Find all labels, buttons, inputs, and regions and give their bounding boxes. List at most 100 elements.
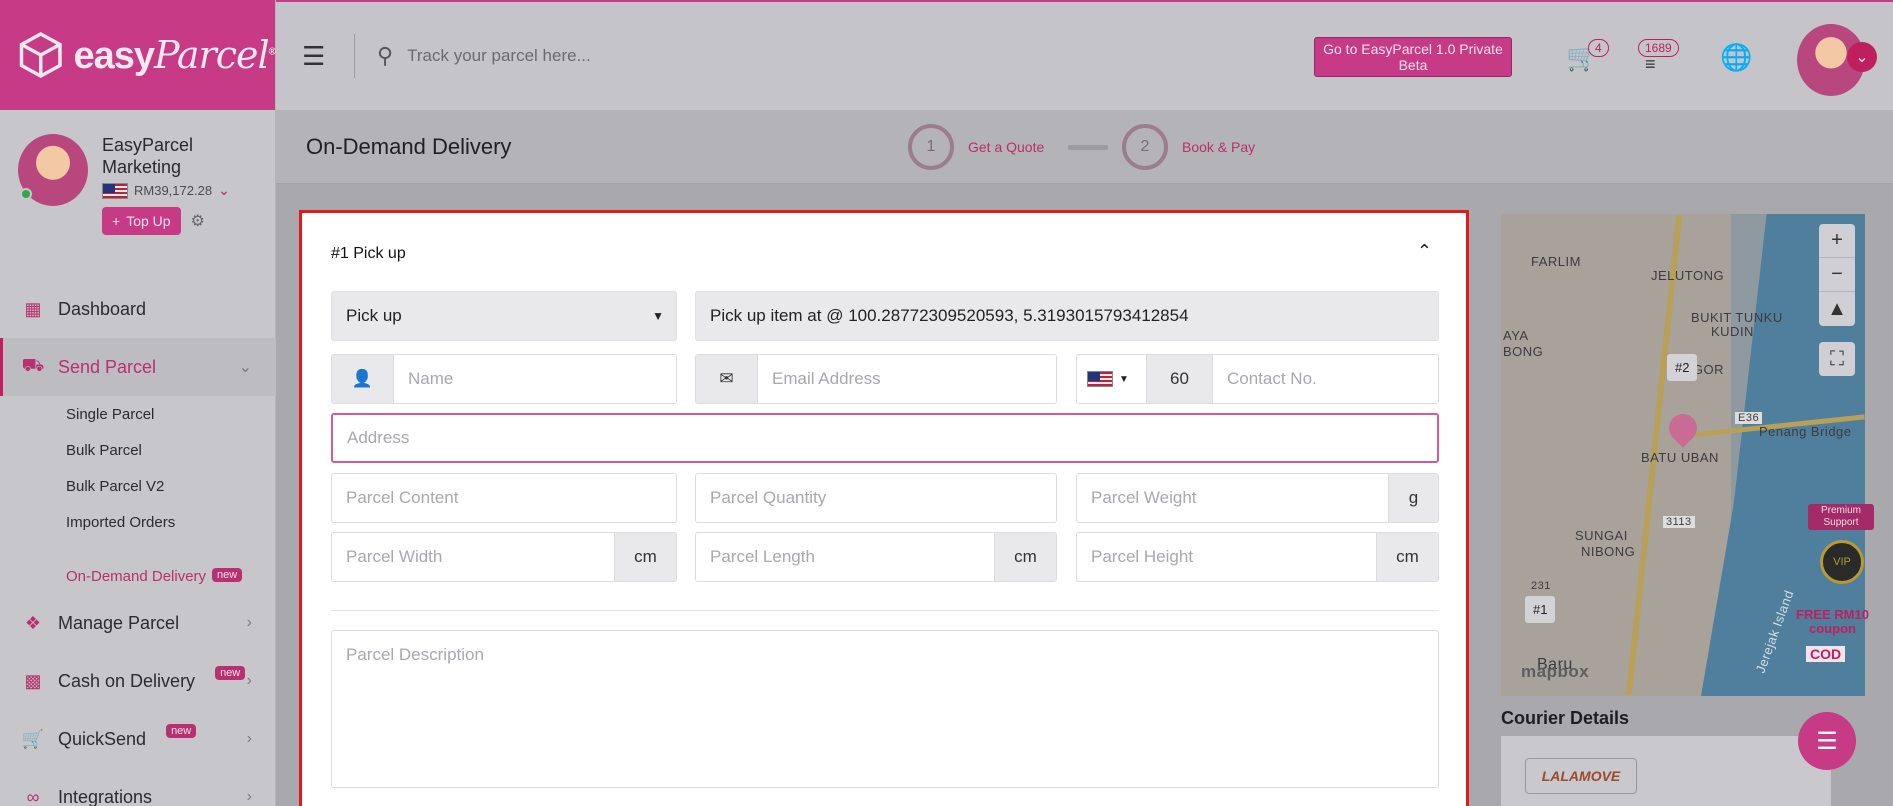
name-field[interactable]: 👤 Name xyxy=(331,354,677,404)
fullscreen-control: ⛶ xyxy=(1819,342,1855,376)
dashboard-icon: ▦ xyxy=(24,298,42,319)
chevron-up-icon[interactable]: ⌃ xyxy=(1417,241,1432,262)
email-field[interactable]: ✉ Email Address xyxy=(695,354,1057,404)
malaysia-flag-icon xyxy=(1087,371,1113,387)
sidebar-item-manage-parcel[interactable]: ❖ Manage Parcel › xyxy=(0,594,276,652)
envelope-icon: ✉ xyxy=(696,355,758,403)
boxes-icon: ❖ xyxy=(24,612,42,633)
dropoff-marker-tag[interactable]: #2 xyxy=(1667,354,1698,381)
caret-down-icon: ▼ xyxy=(1119,373,1129,385)
section-title: #1 Pick up xyxy=(331,245,406,262)
zoom-in-icon[interactable]: + xyxy=(1819,224,1855,258)
step-get-quote: 1 Get a Quote xyxy=(908,124,1044,170)
sidebar: easyParcel® EasyParcel Marketing RM39,17… xyxy=(0,0,276,806)
wallet-balance[interactable]: RM39,172.28 ⌄ xyxy=(102,182,230,199)
length-unit: cm xyxy=(994,533,1056,581)
online-status-icon xyxy=(20,188,32,200)
parcel-height-input[interactable]: Parcel Height cm xyxy=(1076,532,1439,582)
top-header: ☰ ⚲ Go to EasyParcel 1.0 Private Beta 🛒 … xyxy=(276,0,1893,110)
map-label: FARLIM xyxy=(1531,254,1581,269)
step-connector xyxy=(1068,145,1108,150)
new-badge: new xyxy=(166,724,197,738)
map-label: 231 xyxy=(1531,580,1551,592)
sidebar-subitem-single-parcel[interactable]: Single Parcel xyxy=(0,396,276,432)
type-select[interactable]: Pick up ▼ xyxy=(331,291,677,341)
cash-icon: ▩ xyxy=(24,670,42,691)
free-coupon-badge[interactable]: FREE RM10 coupon xyxy=(1796,608,1869,636)
link-icon: ∞ xyxy=(26,786,40,806)
gear-icon[interactable]: ⚙ xyxy=(191,211,205,231)
coin-stack-icon[interactable]: ≡ xyxy=(1645,54,1656,75)
compass-icon[interactable]: ▲ xyxy=(1819,292,1855,326)
chat-icon[interactable]: ☰ xyxy=(1798,712,1856,770)
step-label: Get a Quote xyxy=(968,139,1045,155)
pickup-marker-tag[interactable]: #1 xyxy=(1525,596,1556,623)
page-title: On-Demand Delivery xyxy=(306,134,512,159)
sidebar-item-dashboard[interactable]: ▦ Dashboard xyxy=(0,280,276,338)
map-label: BONG xyxy=(1503,344,1544,359)
sidebar-subitem-imported-orders[interactable]: Imported Orders xyxy=(0,504,276,540)
sidebar-item-integrations[interactable]: ∞ Integrations › xyxy=(0,768,276,806)
width-unit: cm xyxy=(614,533,676,581)
parcel-weight-input[interactable]: Parcel Weight g xyxy=(1076,473,1439,523)
contact-field[interactable]: ▼ 60 Contact No. xyxy=(1076,354,1439,404)
cod-badge[interactable]: COD xyxy=(1806,646,1846,662)
chevron-right-icon: › xyxy=(246,788,252,805)
mapbox-logo: mapbox xyxy=(1521,662,1590,681)
parcel-description-textarea[interactable]: Parcel Description xyxy=(331,630,1439,788)
map-label: Penang Bridge xyxy=(1759,424,1852,439)
map-label: JELUTONG xyxy=(1651,268,1725,283)
map-label: 3113 xyxy=(1663,516,1695,528)
page-header: On-Demand Delivery 1 Get a Quote 2 Book … xyxy=(276,110,1893,184)
sidebar-item-cash-on-delivery[interactable]: ▩ Cash on Delivery new › xyxy=(0,652,276,710)
cart-icon: 🛒 xyxy=(21,728,45,749)
country-code-select[interactable]: ▼ xyxy=(1077,355,1147,403)
pickup-location-field: Pick up item at @ 100.28772309520593, 5.… xyxy=(695,291,1439,341)
sidebar-item-send-parcel[interactable]: ⛟ Send Parcel ⌄ xyxy=(0,338,276,396)
person-icon: 👤 xyxy=(332,355,394,403)
sidebar-nav: ▦ Dashboard ⛟ Send Parcel ⌄ Single Parce… xyxy=(0,280,276,806)
globe-icon[interactable]: 🌐 xyxy=(1720,42,1752,73)
step-number: 2 xyxy=(1122,124,1168,170)
chevron-down-icon[interactable]: ⌄ xyxy=(218,182,230,199)
courier-card[interactable]: LALAMOVE xyxy=(1501,736,1831,806)
whatsapp-vip-icon[interactable]: VIP xyxy=(1820,540,1864,584)
parcel-content-input[interactable]: Parcel Content xyxy=(331,473,677,523)
map-label: E36 xyxy=(1735,412,1763,424)
sidebar-subitem-bulk-parcel-v2[interactable]: Bulk Parcel V2 xyxy=(0,468,276,504)
map-zoom-controls: + − ▲ xyxy=(1819,224,1855,326)
plus-icon: + xyxy=(112,213,121,229)
track-parcel-input[interactable] xyxy=(407,36,928,76)
map-label: BATU UBAN xyxy=(1641,450,1719,465)
sidebar-item-quicksend[interactable]: 🛒 QuickSend new › xyxy=(0,710,276,768)
beta-button[interactable]: Go to EasyParcel 1.0 Private Beta xyxy=(1314,37,1512,77)
chevron-right-icon: › xyxy=(246,672,252,689)
logo[interactable]: easyParcel® xyxy=(0,0,276,110)
step-label: Book & Pay xyxy=(1182,139,1256,155)
address-input[interactable]: Address xyxy=(331,413,1439,463)
premium-support-badge[interactable]: Premium Support xyxy=(1808,504,1874,530)
logo-text: easyParcel® xyxy=(73,32,276,77)
pickup-form-card: #1 Pick up ⌃ Pick up ▼ Pick up item at @… xyxy=(299,210,1469,806)
fullscreen-icon[interactable]: ⛶ xyxy=(1819,342,1855,376)
search-icon: ⚲ xyxy=(377,43,394,68)
menu-icon[interactable]: ☰ xyxy=(302,41,332,72)
sidebar-subitem-bulk-parcel[interactable]: Bulk Parcel xyxy=(0,432,276,468)
new-badge: new xyxy=(212,568,243,582)
top-up-button[interactable]: + Top Up xyxy=(102,207,181,235)
chevron-right-icon: › xyxy=(246,614,252,631)
zoom-out-icon[interactable]: − xyxy=(1819,258,1855,292)
chevron-down-icon[interactable]: ⌄ xyxy=(1847,42,1877,72)
cart-count-badge: 4 xyxy=(1588,39,1609,57)
lalamove-logo: LALAMOVE xyxy=(1525,758,1637,794)
parcel-length-input[interactable]: Parcel Length cm xyxy=(695,532,1057,582)
map-label: AYA xyxy=(1503,328,1529,343)
parcel-quantity-input[interactable]: Parcel Quantity xyxy=(695,473,1057,523)
caret-down-icon: ▼ xyxy=(652,309,664,323)
profile-card: EasyParcel Marketing RM39,172.28 ⌄ + Top … xyxy=(0,110,275,278)
parcel-width-input[interactable]: Parcel Width cm xyxy=(331,532,677,582)
weight-unit: g xyxy=(1388,474,1438,522)
new-badge: new xyxy=(215,666,246,680)
profile-name: EasyParcel Marketing xyxy=(102,135,194,177)
sidebar-subitem-on-demand[interactable]: On-Demand Delivery new xyxy=(0,558,276,594)
